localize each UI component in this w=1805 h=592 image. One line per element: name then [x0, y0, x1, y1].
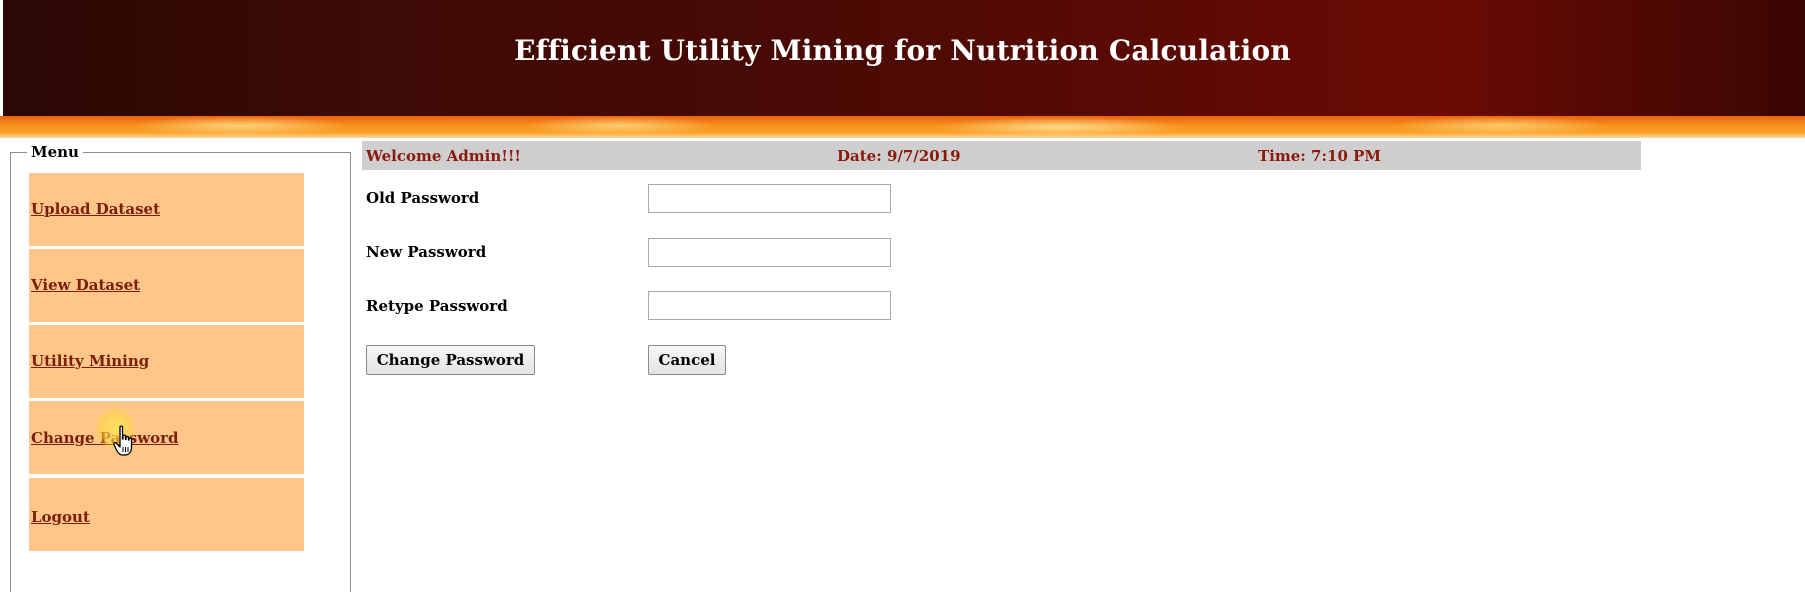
retype-password-label: Retype Password	[366, 297, 508, 315]
menu-fieldset: Menu Upload Dataset View Dataset Utility…	[10, 143, 351, 592]
menu-item-change-password[interactable]: Change Password	[29, 401, 304, 474]
menu-item-view-dataset[interactable]: View Dataset	[29, 249, 304, 322]
menu-item-upload-dataset[interactable]: Upload Dataset	[29, 173, 304, 246]
menu-link-logout[interactable]: Logout	[31, 508, 90, 526]
welcome-text: Welcome Admin!!!	[366, 147, 521, 165]
header-flame-banner	[0, 116, 1805, 138]
retype-password-field[interactable]	[648, 291, 891, 320]
menu-link-utility-mining[interactable]: Utility Mining	[31, 352, 149, 370]
new-password-label: New Password	[366, 243, 487, 261]
new-password-field[interactable]	[648, 238, 891, 267]
info-bar: Welcome Admin!!! Date: 9/7/2019 Time: 7:…	[362, 141, 1641, 170]
change-password-button[interactable]: Change Password	[366, 345, 535, 375]
menu-link-upload-dataset[interactable]: Upload Dataset	[31, 200, 160, 218]
menu-item-logout[interactable]: Logout	[29, 478, 304, 551]
menu-link-view-dataset[interactable]: View Dataset	[31, 276, 140, 294]
menu-legend: Menu	[27, 143, 83, 161]
page-title: Efficient Utility Mining for Nutrition C…	[514, 34, 1291, 67]
old-password-field[interactable]	[648, 184, 891, 213]
date-text: Date: 9/7/2019	[837, 147, 961, 165]
time-text: Time: 7:10 PM	[1258, 147, 1381, 165]
menu-link-change-password[interactable]: Change Password	[31, 429, 179, 447]
cancel-button[interactable]: Cancel	[648, 345, 726, 375]
old-password-label: Old Password	[366, 189, 480, 207]
menu-item-utility-mining[interactable]: Utility Mining	[29, 325, 304, 398]
page-header: Efficient Utility Mining for Nutrition C…	[0, 0, 1805, 118]
